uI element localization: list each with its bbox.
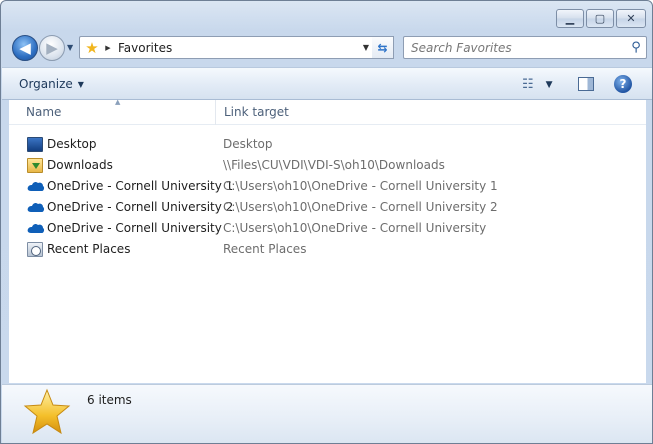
star-icon: ★ bbox=[85, 38, 99, 57]
item-count: 6 items bbox=[87, 393, 132, 407]
forward-button[interactable]: ▶ bbox=[39, 35, 65, 61]
item-target: \\Files\CU\VDI\VDI-S\oh10\Downloads bbox=[223, 158, 445, 172]
view-options-icon: ☷ bbox=[522, 77, 534, 92]
list-item[interactable]: Desktop Desktop bbox=[9, 134, 646, 155]
items-list: Desktop Desktop Downloads \\Files\CU\VDI… bbox=[9, 134, 646, 260]
column-link-target[interactable]: Link target bbox=[215, 100, 289, 125]
breadcrumb-arrow-icon[interactable]: ▶ bbox=[102, 44, 114, 52]
column-header: Name ▲ Link target bbox=[9, 98, 646, 125]
item-name: Recent Places bbox=[47, 242, 131, 256]
list-item[interactable]: OneDrive - Cornell University 1 C:\Users… bbox=[9, 176, 646, 197]
favorites-star-icon bbox=[23, 388, 71, 435]
close-button[interactable]: ✕ bbox=[616, 9, 646, 28]
back-button[interactable]: ◀ bbox=[12, 35, 38, 61]
maximize-button[interactable]: ▢ bbox=[586, 9, 614, 28]
organize-label: Organize bbox=[19, 77, 73, 91]
help-icon[interactable]: ? bbox=[614, 75, 632, 93]
desktop-icon bbox=[27, 137, 43, 152]
item-target: Recent Places bbox=[223, 242, 307, 256]
item-name: Downloads bbox=[47, 158, 113, 172]
item-name: Desktop bbox=[47, 137, 97, 151]
downloads-folder-icon bbox=[27, 158, 43, 173]
file-list: Name ▲ Link target Desktop Desktop Downl… bbox=[9, 98, 646, 383]
chevron-down-icon: ▼ bbox=[77, 79, 84, 89]
list-item[interactable]: OneDrive - Cornell University C:\Users\o… bbox=[9, 218, 646, 239]
search-input[interactable] bbox=[404, 40, 626, 55]
item-name: OneDrive - Cornell University bbox=[47, 221, 222, 235]
item-target: C:\Users\oh10\OneDrive - Cornell Univers… bbox=[223, 221, 487, 235]
navigation-bar: ◀ ▶ ▼ ★ ▶ Favorites ▼ ⇆ ⚲ bbox=[9, 33, 647, 61]
chevron-down-icon[interactable]: ▼ bbox=[546, 80, 553, 90]
explorer-window: ▁ ▢ ✕ ◀ ▶ ▼ ★ ▶ Favorites ▼ ⇆ ⚲ Organize… bbox=[0, 0, 653, 444]
item-target: C:\Users\oh10\OneDrive - Cornell Univers… bbox=[223, 179, 498, 193]
refresh-button[interactable]: ⇆ bbox=[372, 36, 394, 59]
command-bar: Organize ▼ ☷ ▼ ? bbox=[2, 67, 652, 100]
list-item[interactable]: Recent Places Recent Places bbox=[9, 239, 646, 260]
address-text[interactable]: Favorites bbox=[114, 41, 358, 55]
organize-button[interactable]: Organize ▼ bbox=[19, 77, 84, 91]
item-name: OneDrive - Cornell University 1 bbox=[47, 179, 234, 193]
minimize-button[interactable]: ▁ bbox=[556, 9, 584, 28]
onedrive-icon bbox=[27, 179, 45, 194]
recent-places-icon bbox=[27, 242, 43, 257]
search-icon[interactable]: ⚲ bbox=[626, 40, 646, 55]
onedrive-icon bbox=[27, 221, 45, 236]
sort-ascending-icon: ▲ bbox=[115, 98, 121, 106]
item-target: C:\Users\oh10\OneDrive - Cornell Univers… bbox=[223, 200, 498, 214]
item-target: Desktop bbox=[223, 137, 273, 151]
preview-pane-icon[interactable] bbox=[578, 77, 594, 91]
recent-pages-dropdown-icon[interactable]: ▼ bbox=[67, 43, 73, 52]
address-bar[interactable]: ★ ▶ Favorites ▼ bbox=[79, 36, 375, 59]
details-pane: 6 items bbox=[2, 384, 652, 443]
change-view-button[interactable]: ☷ ▼ bbox=[522, 77, 553, 92]
item-name: OneDrive - Cornell University 2 bbox=[47, 200, 234, 214]
caption-buttons: ▁ ▢ ✕ bbox=[556, 9, 646, 28]
list-item[interactable]: Downloads \\Files\CU\VDI\VDI-S\oh10\Down… bbox=[9, 155, 646, 176]
onedrive-icon bbox=[27, 200, 45, 215]
search-box[interactable]: ⚲ bbox=[403, 36, 647, 59]
list-item[interactable]: OneDrive - Cornell University 2 C:\Users… bbox=[9, 197, 646, 218]
column-name[interactable]: Name bbox=[26, 100, 61, 125]
